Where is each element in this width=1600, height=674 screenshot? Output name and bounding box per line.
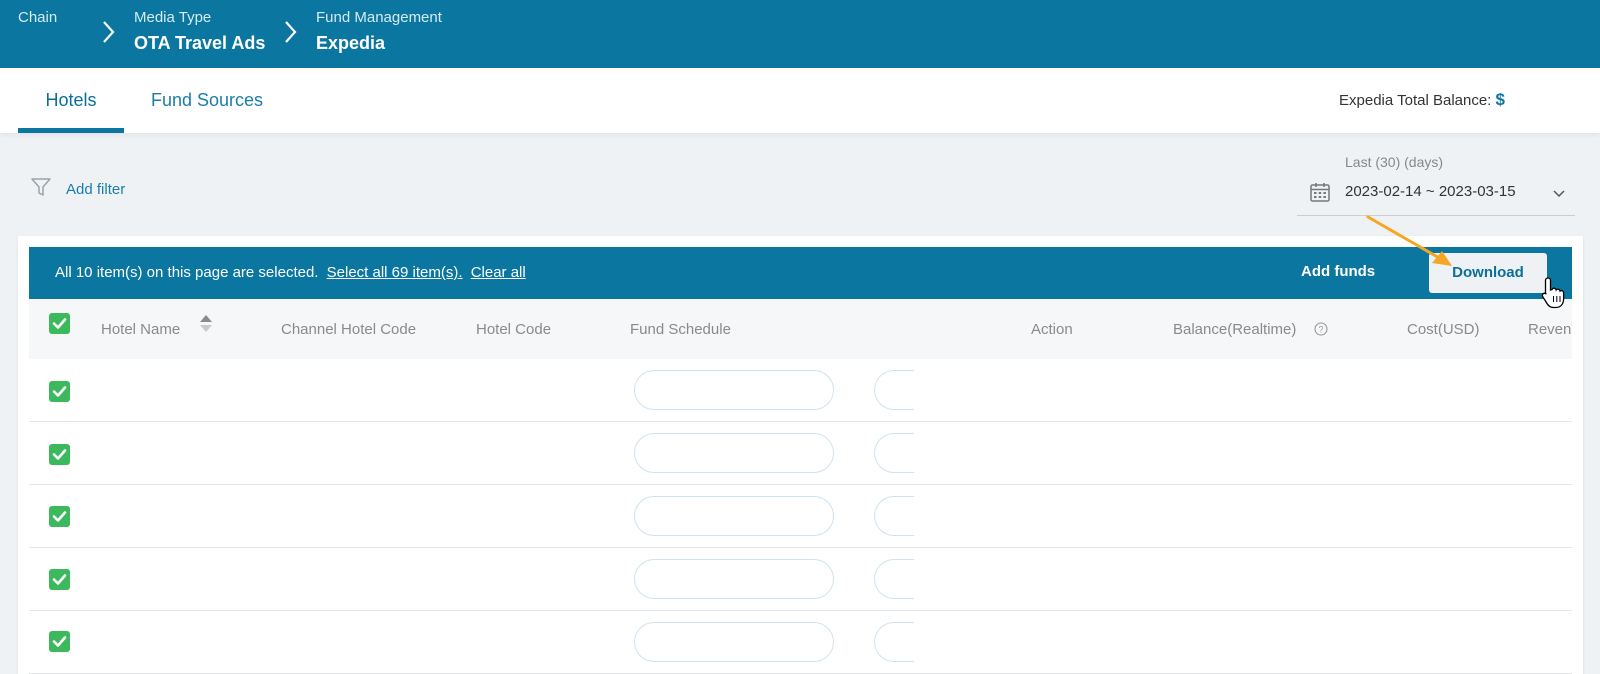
- select-all-checkbox[interactable]: [49, 313, 70, 334]
- fund-schedule-field-secondary[interactable]: [874, 370, 914, 410]
- fund-schedule-field[interactable]: [634, 622, 834, 662]
- selection-message: All 10 item(s) on this page are selected…: [55, 264, 526, 281]
- row-checkbox[interactable]: [49, 631, 70, 652]
- table-row[interactable]: [29, 485, 1572, 548]
- row-checkbox[interactable]: [49, 381, 70, 402]
- date-range-picker[interactable]: 2023-02-14 ~ 2023-03-15: [1297, 179, 1575, 216]
- selection-bar: All 10 item(s) on this page are selected…: [29, 247, 1572, 299]
- breadcrumb-fund-management-label: Fund Management: [316, 9, 442, 26]
- column-action: Action: [1031, 321, 1073, 338]
- fund-schedule-field[interactable]: [634, 496, 834, 536]
- help-icon[interactable]: ?: [1314, 322, 1328, 341]
- calendar-icon: [1309, 181, 1331, 208]
- hand-cursor-icon: [1540, 276, 1566, 315]
- chevron-down-icon[interactable]: [1551, 185, 1567, 206]
- column-hotel-code: Hotel Code: [476, 321, 552, 338]
- add-filter-button[interactable]: Add filter: [30, 176, 125, 203]
- fund-schedule-field[interactable]: [634, 370, 834, 410]
- breadcrumb-media-type-value: OTA Travel Ads: [134, 33, 266, 53]
- table-row[interactable]: [29, 611, 1572, 674]
- table-row[interactable]: [29, 422, 1572, 485]
- breadcrumb-media-type-label: Media Type: [134, 9, 212, 26]
- breadcrumb-fund-management-value: Expedia: [316, 33, 386, 53]
- row-checkbox[interactable]: [49, 444, 70, 465]
- column-cost-usd: Cost(USD): [1407, 321, 1480, 338]
- annotation-arrow-icon: [1360, 213, 1460, 278]
- fund-schedule-field[interactable]: [634, 433, 834, 473]
- active-tab-indicator: [18, 128, 124, 133]
- column-fund-schedule: Fund Schedule: [630, 321, 731, 338]
- total-balance-currency: $: [1495, 90, 1505, 109]
- fund-schedule-field-secondary[interactable]: [874, 496, 914, 536]
- total-balance-label: Expedia Total Balance:: [1339, 92, 1492, 109]
- selection-message-text: All 10 item(s) on this page are selected…: [55, 264, 319, 281]
- filter-icon: [30, 176, 52, 203]
- column-revenue: Revenue: [1528, 321, 1572, 338]
- chevron-right-icon: [283, 20, 297, 44]
- fund-schedule-field-secondary[interactable]: [874, 433, 914, 473]
- table-header: Hotel Name Channel Hotel Code Hotel Code…: [29, 299, 1572, 359]
- svg-text:?: ?: [1318, 325, 1323, 335]
- breadcrumb-media-type[interactable]: Media Type OTA Travel Ads: [134, 9, 265, 56]
- select-all-link[interactable]: Select all 69 item(s).: [327, 264, 463, 281]
- breadcrumb-chain[interactable]: Chain: [18, 9, 57, 30]
- breadcrumb-fund-management[interactable]: Fund Management Expedia: [316, 9, 442, 56]
- table-row[interactable]: [29, 548, 1572, 611]
- total-balance: Expedia Total Balance: $: [1339, 90, 1505, 110]
- column-balance-realtime: Balance(Realtime): [1173, 321, 1297, 338]
- column-hotel-name[interactable]: Hotel Name: [101, 321, 180, 338]
- row-checkbox[interactable]: [49, 569, 70, 590]
- breadcrumb: Chain Media Type OTA Travel Ads Fund Man…: [0, 0, 1600, 68]
- add-filter-label: Add filter: [66, 181, 126, 198]
- date-range-value: 2023-02-14 ~ 2023-03-15: [1345, 183, 1516, 200]
- chevron-right-icon: [101, 20, 115, 44]
- fund-schedule-field-secondary[interactable]: [874, 622, 914, 662]
- breadcrumb-chain-label: Chain: [18, 9, 58, 26]
- clear-all-link[interactable]: Clear all: [471, 264, 526, 281]
- column-channel-hotel-code: Channel Hotel Code: [281, 321, 417, 338]
- sort-icon[interactable]: [199, 313, 213, 338]
- table-row[interactable]: [29, 359, 1572, 422]
- tab-hotels[interactable]: Hotels: [18, 68, 124, 133]
- tab-fund-sources[interactable]: Fund Sources: [140, 68, 274, 133]
- date-range-label: Last (30) (days): [1345, 154, 1444, 170]
- fund-schedule-field[interactable]: [634, 559, 834, 599]
- fund-schedule-field-secondary[interactable]: [874, 559, 914, 599]
- row-checkbox[interactable]: [49, 506, 70, 527]
